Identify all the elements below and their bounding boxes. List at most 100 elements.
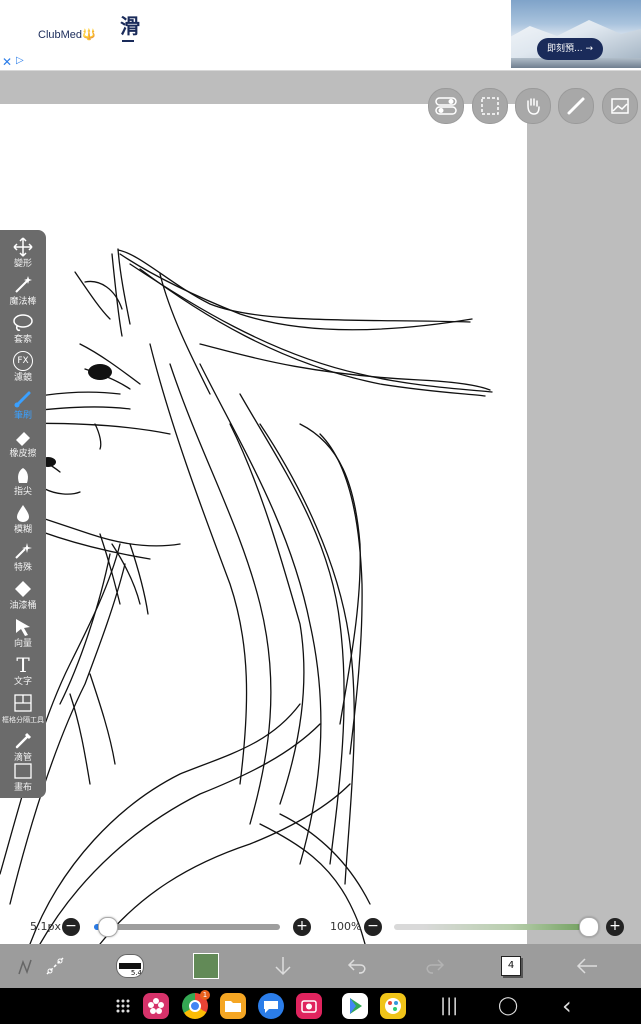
special-sparkle-icon	[15, 543, 32, 559]
tool-label: 框格分隔工具	[2, 716, 44, 724]
brush-size-plus-button[interactable]: +	[293, 918, 311, 936]
ad-brand-logo: ClubMed🔱	[38, 29, 96, 41]
tool-label: 魔法棒	[9, 297, 37, 307]
opacity-value: 100%	[330, 920, 362, 933]
dashed-selection-icon	[481, 97, 499, 115]
bottom-toolbar: 5.4 4	[0, 944, 641, 988]
lasso-icon	[13, 314, 33, 331]
tool-label: 濾鏡	[13, 373, 32, 383]
image-icon	[611, 98, 629, 114]
canvas-icon	[14, 763, 32, 779]
flower-icon	[148, 998, 164, 1014]
adchoices-icon[interactable]: ▷	[16, 55, 24, 66]
ruler-button[interactable]	[558, 88, 594, 124]
text-t-icon: T	[16, 653, 30, 677]
sketch-drawing	[0, 248, 493, 944]
tool-eraser[interactable]: 橡皮擦	[0, 426, 46, 462]
fx-filter-icon: FX	[13, 351, 33, 371]
app-drawer-button[interactable]	[110, 993, 136, 1019]
blur-drop-icon	[17, 505, 29, 522]
ad-cta-button[interactable]: 即刻預... →	[537, 38, 603, 60]
ad-ski-photo: 即刻預... →	[511, 0, 641, 68]
magic-wand-icon	[15, 276, 32, 293]
color-button[interactable]	[190, 944, 222, 988]
opacity-knob[interactable]	[579, 917, 599, 937]
tool-bucket[interactable]: 油漆桶	[0, 578, 46, 614]
drawing-canvas[interactable]	[0, 104, 527, 944]
home-button[interactable]: ◯	[498, 994, 518, 1018]
tool-label: 畫布	[13, 783, 32, 793]
material-button[interactable]	[602, 88, 638, 124]
app-blossom[interactable]	[143, 993, 169, 1019]
tool-label: 筆刷	[13, 411, 32, 421]
tool-canvas[interactable]: 畫布	[0, 760, 46, 796]
redo-icon	[426, 959, 445, 974]
grid-dots-icon	[116, 999, 130, 1013]
app-ibispaint[interactable]	[380, 993, 406, 1019]
tool-transform[interactable]: 變形	[0, 236, 46, 272]
brush-icon	[14, 391, 31, 408]
hand-icon	[527, 98, 540, 115]
brush-settings-button[interactable]: 5.4	[114, 944, 146, 988]
app-messages[interactable]	[258, 993, 284, 1019]
tool-label: 向量	[13, 639, 32, 649]
brush-size-minus-button[interactable]: −	[62, 918, 80, 936]
notification-badge: 1	[200, 990, 210, 1000]
tool-label: 橡皮擦	[9, 449, 37, 459]
app-screen-recorder[interactable]	[296, 993, 322, 1019]
ad-banner[interactable]: ClubMed🔱 滑 ✕ ▷ 即刻預... →	[0, 0, 641, 71]
undo-button[interactable]	[342, 944, 372, 988]
paint-bucket-icon	[15, 581, 31, 597]
selection-button[interactable]	[472, 88, 508, 124]
undo-icon	[347, 959, 366, 974]
play-store-icon	[350, 998, 362, 1014]
redo-button[interactable]	[420, 944, 450, 988]
app-play-store[interactable]	[342, 993, 368, 1019]
brush-size-slider[interactable]	[94, 924, 280, 930]
app-files[interactable]	[220, 993, 246, 1019]
snap-diagonal-icon	[46, 957, 64, 975]
ad-headline: 滑	[120, 14, 140, 38]
brush-size-knob[interactable]	[98, 917, 118, 937]
left-toolbar: 變形 魔法棒 套索 FX 濾鏡 筆刷 橡皮擦 指尖 模糊 特殊 油漆桶 向量 T	[0, 230, 46, 798]
hand-tool-button[interactable]	[515, 88, 551, 124]
brush-preview-number: 5.4	[130, 969, 142, 977]
tool-label: 特殊	[13, 563, 32, 573]
opacity-slider[interactable]	[394, 924, 588, 930]
ad-dash	[122, 40, 134, 42]
opacity-plus-button[interactable]: +	[606, 918, 624, 936]
arrow-left-icon	[576, 958, 597, 974]
palette-icon	[385, 998, 401, 1014]
folder-icon	[225, 1001, 241, 1012]
tool-special[interactable]: 特殊	[0, 540, 46, 576]
stabilizer-button[interactable]	[10, 944, 40, 988]
chat-bubble-icon	[264, 1001, 278, 1013]
toggle-switch-icon	[435, 97, 457, 115]
tool-vector[interactable]: 向量	[0, 616, 46, 652]
tool-brush[interactable]: 筆刷	[0, 388, 46, 424]
snap-button[interactable]	[40, 944, 70, 988]
nav-back-button[interactable]: ‹	[562, 994, 572, 1018]
download-button[interactable]	[268, 944, 298, 988]
toggle-settings-button[interactable]	[428, 88, 464, 124]
tool-frame-divider[interactable]: 框格分隔工具	[0, 692, 46, 728]
recents-button[interactable]: |||	[440, 994, 458, 1018]
brush-size-value: 5.1px	[30, 920, 61, 933]
back-button[interactable]	[572, 944, 602, 988]
tool-filter[interactable]: FX 濾鏡	[0, 350, 46, 386]
layers-button[interactable]: 4	[496, 944, 526, 988]
tool-label: 油漆桶	[9, 601, 37, 611]
tool-lasso[interactable]: 套索	[0, 312, 46, 348]
tool-label: 模糊	[13, 525, 32, 535]
ruler-icon	[567, 97, 585, 115]
tool-smudge[interactable]: 指尖	[0, 464, 46, 500]
tool-text[interactable]: T 文字	[0, 653, 46, 690]
tool-blur[interactable]: 模糊	[0, 502, 46, 538]
tool-label: 變形	[13, 259, 32, 269]
layer-count-badge: 4	[501, 956, 521, 976]
opacity-minus-button[interactable]: −	[364, 918, 382, 936]
move-arrows-icon	[13, 237, 33, 257]
tool-magic-wand[interactable]: 魔法棒	[0, 274, 46, 310]
ad-close-icon[interactable]: ✕	[2, 55, 12, 69]
brush-preview-icon: 5.4	[116, 954, 144, 978]
